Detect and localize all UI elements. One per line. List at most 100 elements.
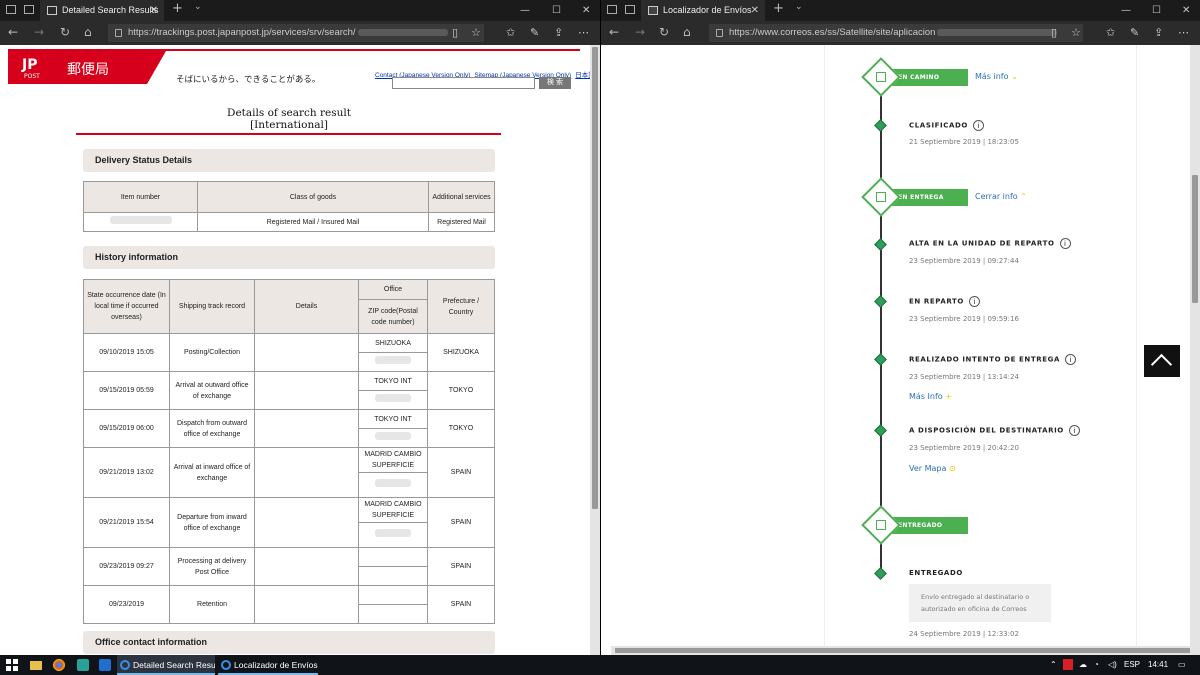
details-cell — [254, 447, 359, 498]
track-cell: Departure from inward office of exchange — [169, 497, 255, 548]
track-cell: Retention — [169, 585, 255, 624]
close-window-icon[interactable]: ✕ — [1182, 0, 1190, 21]
scrollbar-thumb[interactable] — [615, 648, 1190, 653]
info-icon[interactable]: i — [1068, 425, 1080, 436]
tab-localizador[interactable]: Localizador de Envíos ✕ — [641, 0, 765, 21]
browser-window-left: Detailed Search Results ✕ + ⌄ — ☐ ✕ ← → … — [0, 0, 600, 655]
scrollbar-thumb[interactable] — [592, 47, 598, 509]
url-field[interactable]: https://trackings.post.japanpost.jp/serv… — [108, 24, 484, 42]
notifications-icon[interactable]: ▭ — [1178, 655, 1186, 675]
chevron-down-icon[interactable]: ⌄ — [795, 2, 803, 12]
cloud-icon[interactable]: ☁ — [1079, 655, 1087, 675]
new-tab-icon[interactable]: + — [172, 1, 183, 16]
office-cell: MADRID CAMBIO SUPERFICIE — [358, 447, 428, 473]
office-cell: TOKYO INT — [358, 371, 428, 391]
edge-icon — [221, 660, 231, 670]
notes-icon[interactable]: ✎ — [530, 26, 539, 39]
maximize-icon[interactable]: ☐ — [552, 0, 561, 21]
scrollbar-thumb[interactable] — [1192, 175, 1198, 303]
favorites-icon[interactable]: ✩ — [506, 26, 515, 39]
section-delivery-status: Delivery Status Details — [83, 149, 495, 172]
chevron-up-icon[interactable]: ⌃ — [1050, 655, 1057, 675]
more-icon[interactable]: ⋯ — [578, 26, 589, 39]
favorite-star-icon[interactable]: ☆ — [471, 26, 481, 39]
track-cell: Arrival at outward office of exchange — [169, 371, 255, 410]
favorites-icon[interactable]: ✩ — [1106, 26, 1115, 39]
app-icon[interactable] — [77, 659, 89, 671]
chrome-icon[interactable] — [53, 659, 65, 671]
taskbar-item-japanpost[interactable]: Detailed Search Resul... — [117, 655, 215, 675]
th-office: Office — [358, 279, 428, 300]
site-search-input[interactable] — [392, 77, 535, 89]
clock[interactable]: 14:41 — [1148, 655, 1168, 675]
favorite-star-icon[interactable]: ☆ — [1071, 26, 1081, 39]
url-field[interactable]: https://www.correos.es/ss/Satellite/site… — [709, 24, 1083, 42]
network-icon[interactable]: ◔ — [1094, 655, 1099, 675]
tab-preview-icon[interactable] — [625, 5, 635, 14]
scroll-to-top-button[interactable] — [1144, 345, 1180, 377]
search-button[interactable]: 検 索 — [539, 77, 571, 89]
tab-actions-icon[interactable] — [607, 5, 617, 14]
info-icon[interactable]: i — [1064, 354, 1076, 365]
taskbar-item-correos[interactable]: Localizador de Envíos... — [218, 655, 318, 675]
close-tab-icon[interactable]: ✕ — [751, 0, 759, 21]
track-cell: Posting/Collection — [169, 333, 255, 372]
item-number-cell — [83, 212, 198, 232]
table-row: 09/23/2019 Retention SPAIN — [83, 585, 495, 624]
notes-icon[interactable]: ✎ — [1130, 26, 1139, 39]
ver-mapa-link[interactable]: Ver Mapa ⊙ — [909, 464, 956, 473]
cerrar-info-link[interactable]: Cerrar info ⌃ — [975, 192, 1027, 201]
close-window-icon[interactable]: ✕ — [582, 0, 590, 21]
taskbar: Detailed Search Resul... Localizador de … — [0, 655, 1200, 675]
close-tab-icon[interactable]: ✕ — [150, 0, 158, 21]
volume-icon[interactable]: ◁) — [1108, 655, 1117, 675]
minimize-icon[interactable]: — — [520, 0, 530, 21]
maximize-icon[interactable]: ☐ — [1152, 0, 1161, 21]
info-icon[interactable]: i — [972, 120, 984, 131]
mas-info-link[interactable]: Más info ⌄ — [975, 72, 1018, 81]
tray-app-icon[interactable] — [1063, 659, 1073, 670]
forward-icon[interactable]: → — [34, 26, 44, 39]
lock-icon — [716, 29, 723, 37]
th-additional: Additional services — [428, 181, 495, 213]
details-cell — [254, 585, 359, 624]
redacted-item-number — [109, 216, 172, 224]
vertical-scrollbar[interactable] — [1190, 45, 1200, 655]
info-icon[interactable]: i — [968, 296, 980, 307]
tab-preview-icon[interactable] — [24, 5, 34, 14]
forward-icon[interactable]: → — [635, 26, 645, 39]
tab-actions-icon[interactable] — [6, 5, 16, 14]
new-tab-icon[interactable]: + — [773, 1, 784, 16]
share-icon[interactable]: ⇪ — [1154, 26, 1163, 39]
details-cell — [254, 333, 359, 372]
home-icon[interactable]: ⌂ — [683, 26, 691, 39]
back-icon[interactable]: ← — [609, 26, 619, 39]
windows-start-icon[interactable] — [6, 659, 18, 671]
section-history: History information — [83, 246, 495, 269]
history-table: State occurrence date (In local time if … — [83, 279, 495, 624]
tab-detailed-search[interactable]: Detailed Search Results ✕ — [40, 0, 164, 21]
date-cell: 09/10/2019 15:05 — [83, 333, 170, 372]
share-icon[interactable]: ⇪ — [554, 26, 563, 39]
language-indicator[interactable]: ESP — [1124, 655, 1140, 675]
refresh-icon[interactable]: ↻ — [60, 26, 70, 39]
prefecture-cell: SPAIN — [427, 497, 495, 548]
home-icon[interactable]: ⌂ — [84, 26, 92, 39]
back-icon[interactable]: ← — [8, 26, 18, 39]
reading-view-icon[interactable]: ▯ — [452, 26, 458, 39]
info-icon[interactable]: i — [1059, 238, 1071, 249]
more-icon[interactable]: ⋯ — [1178, 26, 1189, 39]
minimize-icon[interactable]: — — [1121, 0, 1131, 21]
file-explorer-icon[interactable] — [30, 661, 42, 670]
horizontal-scrollbar[interactable] — [611, 646, 1190, 655]
prefecture-cell: SHIZUOKA — [427, 333, 495, 372]
reading-view-icon[interactable]: ▯ — [1051, 26, 1057, 39]
jp-post-logo[interactable]: JP POST — [22, 57, 40, 80]
vertical-scrollbar[interactable] — [590, 45, 600, 655]
refresh-icon[interactable]: ↻ — [659, 26, 669, 39]
word-icon[interactable] — [99, 659, 111, 671]
th-class-goods: Class of goods — [197, 181, 429, 213]
event-title: ENTREGADO — [909, 569, 963, 577]
chevron-down-icon[interactable]: ⌄ — [194, 2, 202, 12]
mas-info-link-2[interactable]: Más Info + — [909, 392, 952, 401]
